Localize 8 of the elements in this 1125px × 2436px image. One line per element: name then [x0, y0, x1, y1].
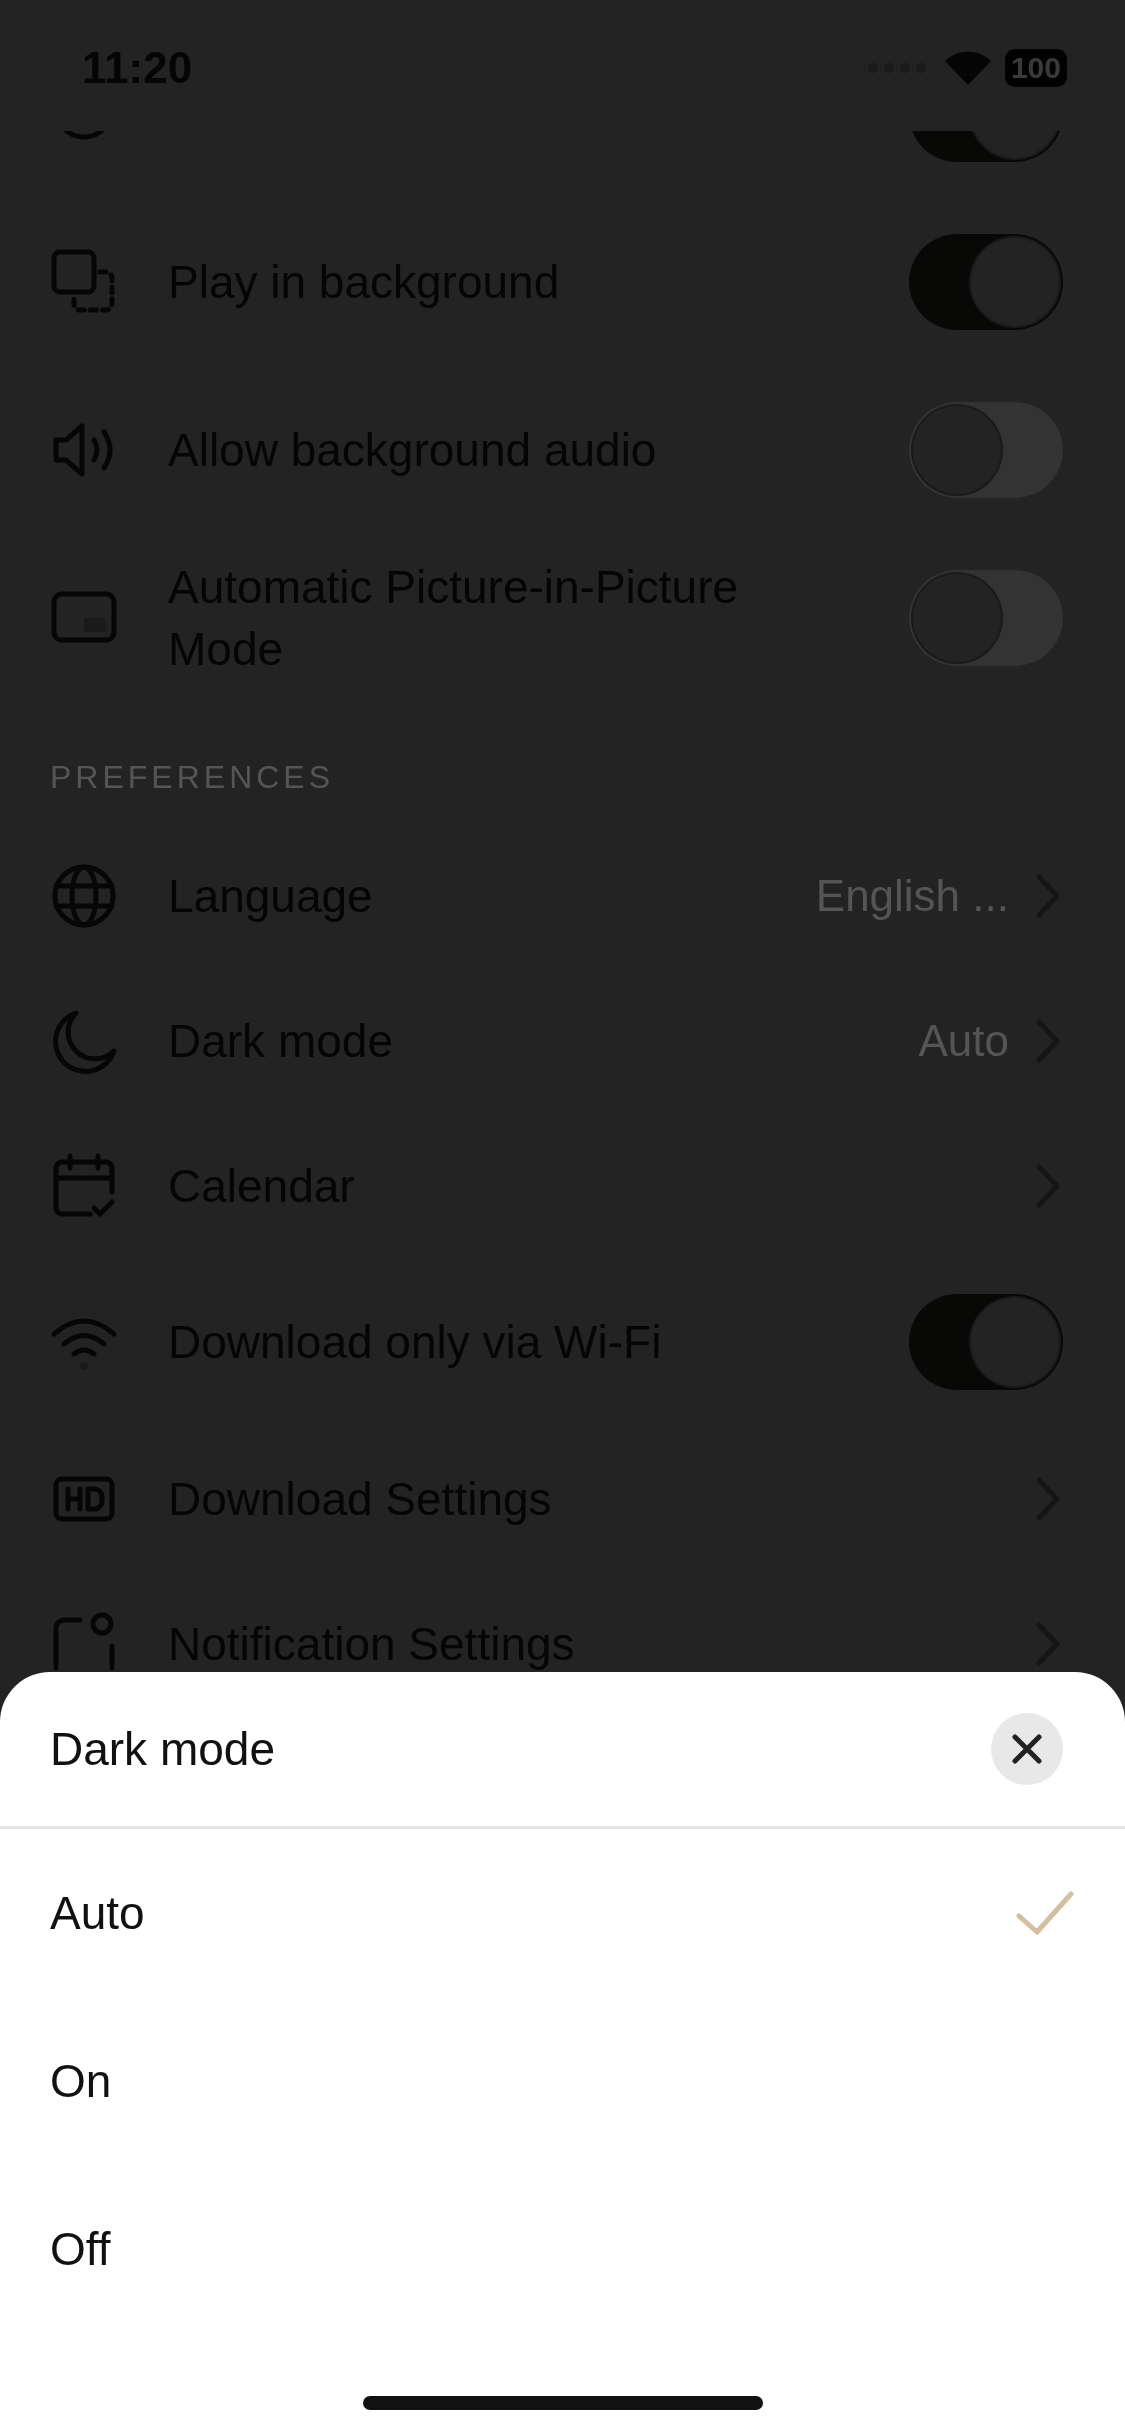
option-item[interactable]: On [0, 1997, 1125, 2165]
sheet-title: Dark mode [50, 1722, 275, 1776]
wifi-icon [944, 51, 991, 85]
close-icon [1012, 1734, 1042, 1764]
option-item[interactable]: Off [0, 2165, 1125, 2333]
battery-level: 100 [1004, 49, 1067, 87]
option-item[interactable]: Auto [0, 1829, 1125, 1997]
screens-icon [50, 248, 118, 316]
